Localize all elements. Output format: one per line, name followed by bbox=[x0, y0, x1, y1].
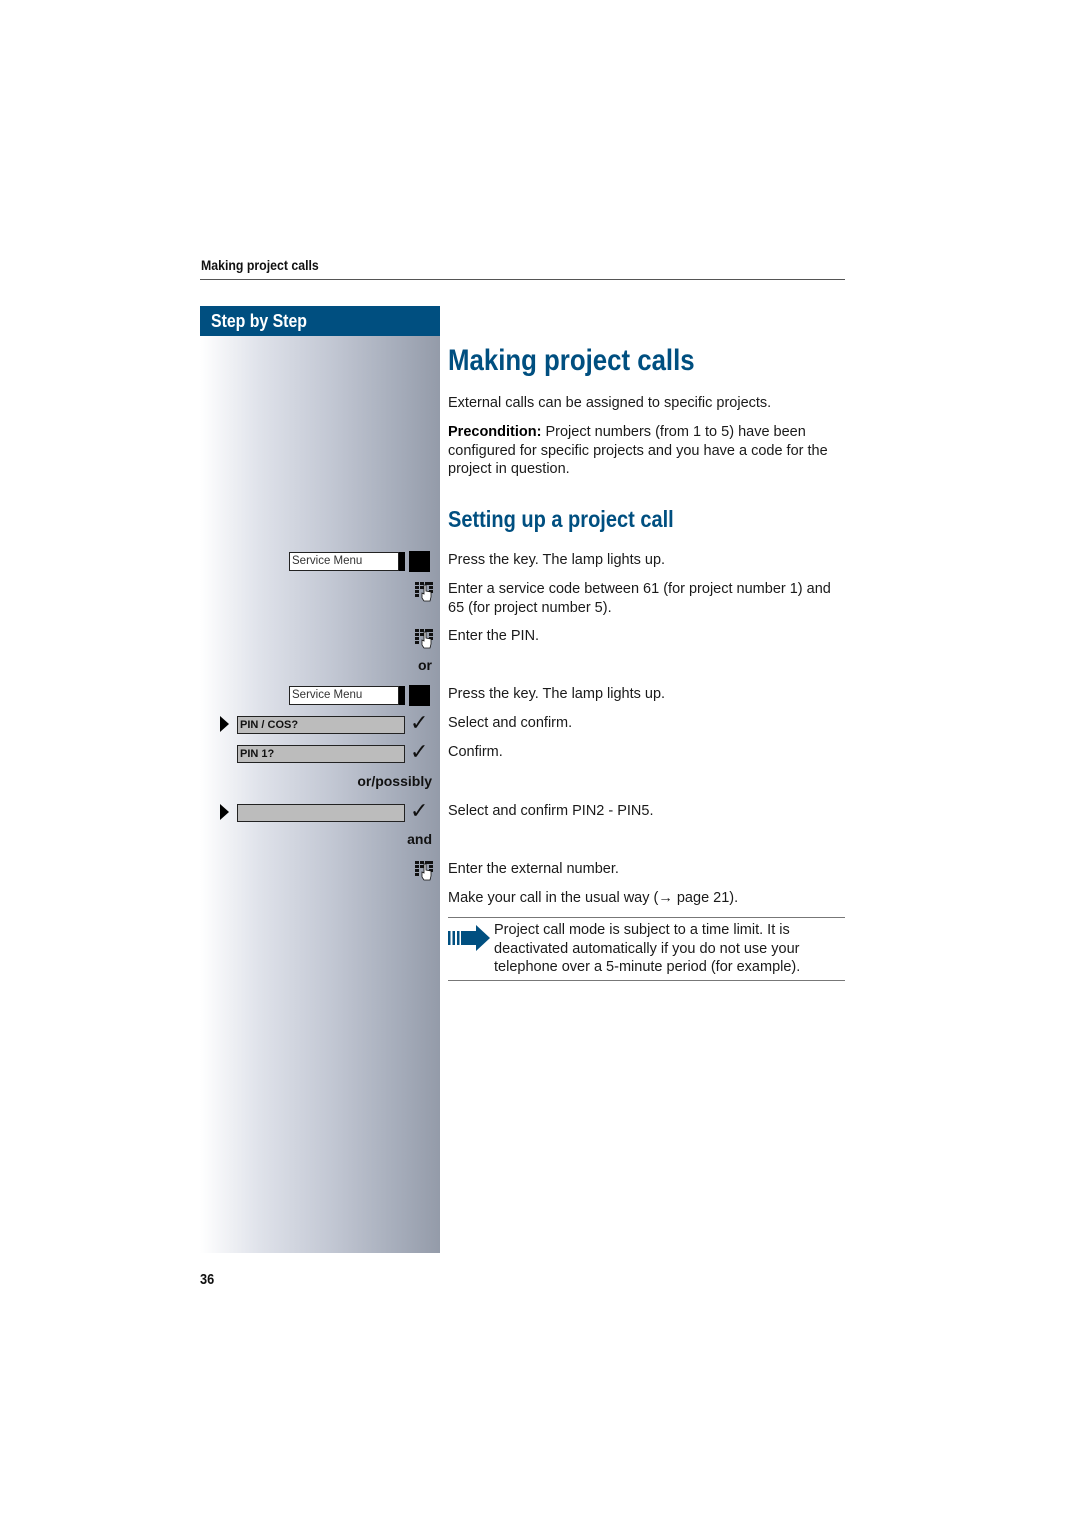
page-number: 36 bbox=[200, 1271, 215, 1288]
service-menu-key[interactable]: Service Menu bbox=[289, 685, 430, 706]
note-arrow-icon bbox=[448, 925, 490, 951]
instruction: Press the key. The lamp lights up. bbox=[448, 552, 666, 568]
checkmark-icon[interactable]: ✓ bbox=[410, 801, 428, 823]
note-bottom-divider bbox=[448, 980, 845, 981]
checkmark-icon[interactable]: ✓ bbox=[410, 742, 428, 764]
service-menu-key-label: Service Menu bbox=[289, 686, 399, 705]
keypad-hand-icon bbox=[415, 629, 433, 649]
triangle-arrow-right-icon bbox=[220, 716, 229, 732]
service-menu-key-label: Service Menu bbox=[289, 552, 399, 571]
precondition-label: Precondition: bbox=[448, 424, 542, 440]
page-title: Making project calls bbox=[448, 344, 695, 377]
step-by-step-sidebar bbox=[200, 336, 440, 1253]
running-header: Making project calls bbox=[201, 257, 319, 273]
instruction: Select and confirm PIN2 - PIN5. bbox=[448, 803, 654, 819]
step-by-step-header: Step by Step bbox=[200, 306, 440, 336]
key-icon bbox=[399, 686, 405, 705]
header-divider bbox=[200, 279, 845, 280]
keypad-hand-icon bbox=[415, 582, 433, 602]
instruction: Select and confirm. bbox=[448, 715, 573, 731]
menu-item-pin-cos[interactable]: PIN / COS? bbox=[237, 716, 405, 734]
connector-and: and bbox=[407, 831, 432, 847]
key-icon bbox=[399, 552, 405, 571]
lamp-icon bbox=[409, 551, 430, 572]
page-reference[interactable]: Make your call in the usual way (→ page … bbox=[448, 889, 848, 908]
step-by-step-label: Step by Step bbox=[211, 311, 307, 331]
checkmark-icon[interactable]: ✓ bbox=[410, 713, 428, 735]
instruction: Enter the external number. bbox=[448, 861, 619, 877]
precondition-text: Precondition: Project numbers (from 1 to… bbox=[448, 423, 848, 479]
lamp-icon bbox=[409, 685, 430, 706]
instruction: Enter the PIN. bbox=[448, 628, 540, 644]
connector-or-possibly: or/possibly bbox=[357, 773, 432, 789]
keypad-hand-icon bbox=[415, 861, 433, 881]
connector-or: or bbox=[418, 657, 432, 673]
triangle-arrow-right-icon bbox=[220, 804, 229, 820]
instruction: Enter a service code between 61 (for pro… bbox=[448, 581, 831, 616]
instruction: Press the key. The lamp lights up. bbox=[448, 686, 666, 702]
note-top-divider bbox=[448, 917, 845, 918]
menu-item-pin-1[interactable]: PIN 1? bbox=[237, 745, 405, 763]
service-menu-key[interactable]: Service Menu bbox=[289, 551, 430, 572]
menu-item-pin-2-5[interactable] bbox=[237, 804, 405, 822]
instruction: Confirm. bbox=[448, 744, 503, 760]
intro-text: External calls can be assigned to specif… bbox=[448, 395, 772, 411]
note-text: Project call mode is subject to a time l… bbox=[494, 922, 801, 975]
section-title: Setting up a project call bbox=[448, 506, 674, 532]
